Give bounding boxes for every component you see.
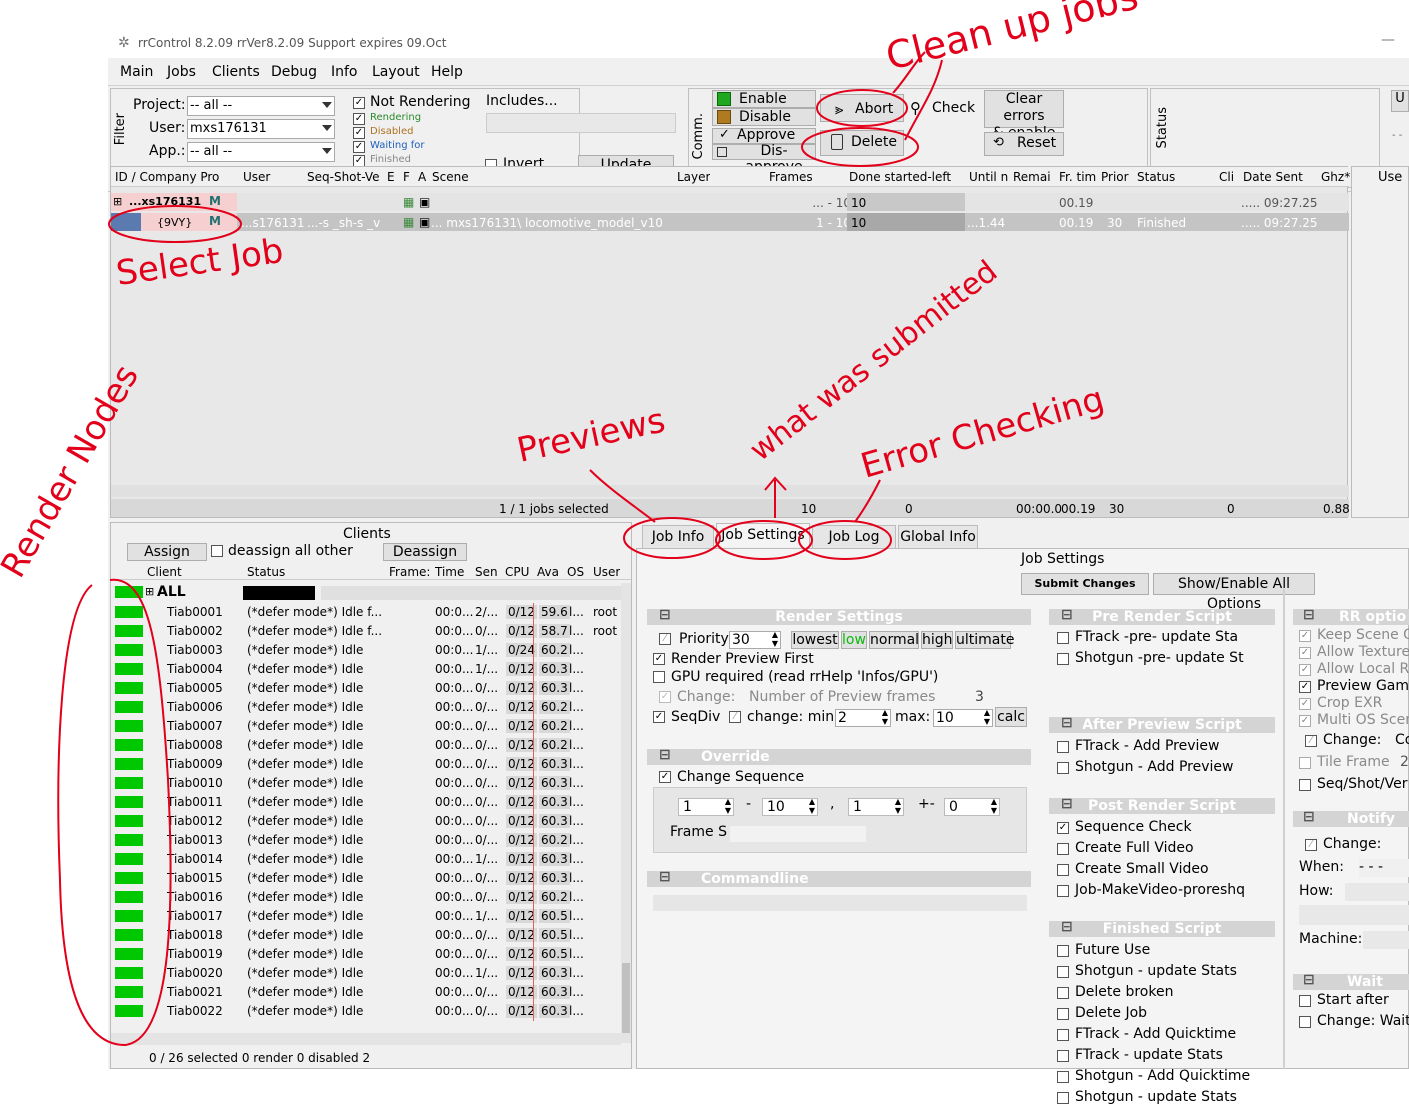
finished-script-label: Shotgun - Add Quicktime	[1075, 1068, 1251, 1084]
select-job-circle	[108, 205, 242, 243]
submitted-arrow	[764, 476, 787, 518]
finished-script-checkbox[interactable]	[1057, 1092, 1069, 1104]
clean-up-annotation: Clean up jobs	[882, 0, 1143, 79]
previews-arrow	[589, 469, 656, 523]
render-nodes-annotation: Render Nodes	[0, 358, 147, 584]
job-settings-circle	[715, 520, 813, 560]
abort-circle	[816, 89, 908, 127]
error-checking-annotation: Error Checking	[856, 379, 1108, 487]
finished-script-checkbox[interactable]	[1057, 1071, 1069, 1083]
previews-annotation: Previews	[514, 400, 669, 470]
render-nodes-loop	[57, 578, 172, 1047]
annotation-overlay: Clean up jobs Select Job Render Nodes Pr…	[0, 0, 1143, 1047]
delete-circle	[801, 127, 919, 167]
finished-script-label: Shotgun - update Stats	[1075, 1089, 1237, 1105]
job-info-circle	[623, 517, 721, 559]
